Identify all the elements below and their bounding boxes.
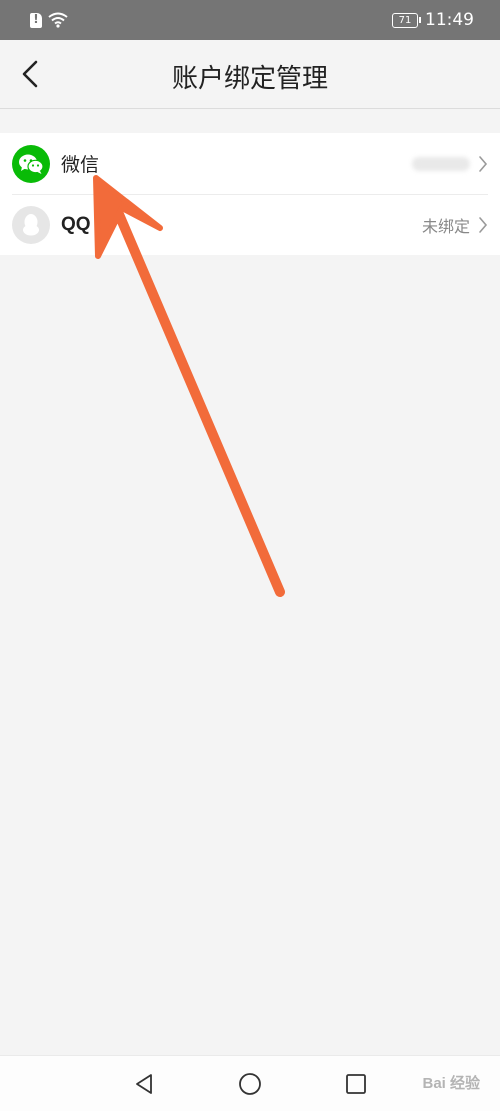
- battery-icon: 71: [392, 12, 421, 28]
- qq-penguin-glyph: [23, 213, 39, 235]
- account-label-wechat: 微信: [61, 154, 100, 176]
- watermark: Bai 经验: [422, 1075, 480, 1092]
- nav-home-button[interactable]: [236, 1070, 264, 1098]
- sim-alert-icon: [30, 12, 42, 28]
- screen: 71 11:49 账户绑定管理: [0, 0, 500, 1111]
- account-label-qq: QQ: [61, 213, 91, 235]
- wechat-icon: [12, 144, 50, 183]
- account-status-qq: 未绑定: [422, 194, 488, 255]
- status-bar: 71 11:49: [0, 0, 500, 40]
- qq-icon: [12, 205, 50, 244]
- home-circle-icon: [239, 1073, 261, 1095]
- chevron-right-icon: [479, 216, 488, 233]
- wifi-icon: [48, 12, 68, 28]
- account-row-qq[interactable]: QQ 未绑定: [0, 194, 500, 255]
- recents-square-icon: [346, 1074, 366, 1094]
- status-time: 11:49: [425, 10, 474, 30]
- account-row-wechat[interactable]: 微信: [0, 133, 500, 194]
- wechat-bubbles-glyph: [19, 154, 44, 174]
- account-binding-list: 微信 QQ 未绑定: [0, 133, 500, 255]
- app-header: 账户绑定管理: [0, 40, 500, 109]
- account-status-text-qq: 未绑定: [421, 216, 470, 236]
- back-triangle-icon: [136, 1074, 152, 1094]
- blurred-account-name: [412, 156, 470, 171]
- system-nav-bar: Bai 经验: [0, 1055, 500, 1111]
- status-left: [30, 12, 68, 28]
- nav-back-button[interactable]: [130, 1070, 158, 1098]
- status-right: 71 11:49: [392, 10, 474, 30]
- page-title: 账户绑定管理: [171, 64, 328, 94]
- account-status-wechat: [412, 133, 488, 194]
- chevron-right-icon: [479, 155, 488, 172]
- nav-recents-button[interactable]: [342, 1070, 370, 1098]
